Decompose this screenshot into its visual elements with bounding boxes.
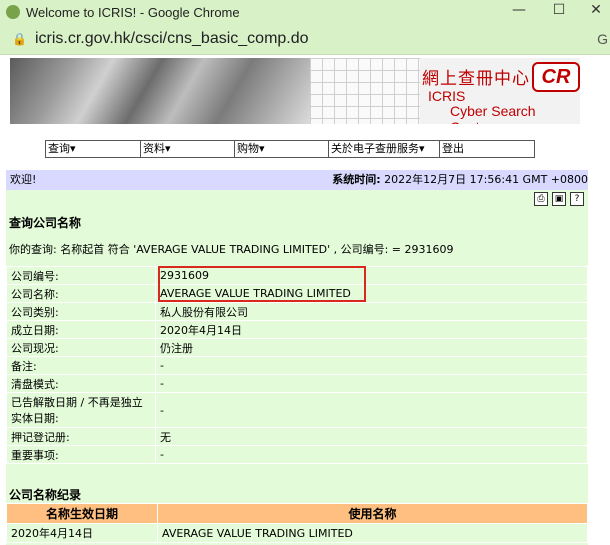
info-label: 公司名称: [6, 284, 156, 303]
table-row: 备注: - [6, 356, 588, 375]
col-name-used: 使用名称 [157, 503, 588, 524]
info-value: - [155, 356, 588, 375]
info-value: - [155, 374, 588, 393]
table-row: 押记登记册: 无 [6, 427, 588, 446]
print-icon[interactable]: ⎙ [534, 192, 548, 206]
help-icon[interactable]: ? [570, 192, 584, 206]
address-bar-cut-text: G [597, 31, 608, 47]
highlight-box [158, 266, 366, 302]
info-label: 成立日期: [6, 320, 156, 339]
info-value: 无 [155, 427, 588, 446]
window-title: Welcome to ICRIS! - Google Chrome [26, 4, 240, 20]
col-effective-date: 名称生效日期 [6, 503, 158, 524]
table-row: 清盘模式: - [6, 374, 588, 393]
harbour-photo [10, 58, 320, 124]
browser-titlebar: Welcome to ICRIS! - Google Chrome — ☐ ✕ [0, 0, 610, 24]
info-value: - [155, 392, 588, 428]
table-row: 公司类别: 私人股份有限公司 [6, 302, 588, 321]
menu-about[interactable]: 关於电子查册服务▾ [329, 141, 440, 157]
history-date: 2020年4月14日 [6, 523, 158, 543]
system-time-value: 2022年12月7日 17:56:41 GMT +0800 [384, 173, 588, 186]
info-label: 重要事项: [6, 445, 156, 464]
table-row: 2020年4月14日 AVERAGE VALUE TRADING LIMITED [6, 523, 588, 543]
url-text[interactable]: icris.cr.gov.hk/csci/cns_basic_comp.do [35, 30, 309, 48]
table-row: 已告解散日期 / 不再是独立实体日期: - [6, 392, 588, 428]
info-value: 私人股份有限公司 [155, 302, 588, 321]
banner-grid [310, 58, 420, 124]
lock-icon: 🔒 [12, 32, 27, 46]
maximize-button[interactable]: ☐ [545, 2, 573, 18]
info-value: - [155, 445, 588, 464]
search-query: 你的查询: 名称起首 符合 'AVERAGE VALUE TRADING LIM… [9, 243, 454, 256]
info-label: 公司编号: [6, 266, 156, 285]
table-row: 公司现况: 仍注册 [6, 338, 588, 357]
info-label: 已告解散日期 / 不再是独立实体日期: [6, 392, 156, 428]
welcome-bar: 欢迎! 系统时间: 2022年12月7日 17:56:41 GMT +0800 [6, 170, 588, 190]
cr-logo: CR [532, 62, 580, 92]
info-label: 押记登记册: [6, 427, 156, 446]
table-row: 重要事项: - [6, 445, 588, 464]
menu-query[interactable]: 查询▾ [46, 141, 141, 157]
banner-title-zh: 網上查冊中心 [422, 69, 530, 89]
main-menu: 查询▾ 资料▾ 购物▾ 关於电子查册服务▾ 登出 [45, 140, 535, 158]
close-button[interactable]: ✕ [582, 2, 610, 18]
minimize-button[interactable]: — [505, 2, 533, 18]
info-label: 备注: [6, 356, 156, 375]
save-icon[interactable]: ▣ [552, 192, 566, 206]
banner-icris: ICRIS [428, 88, 466, 104]
menu-info[interactable]: 资料▾ [141, 141, 235, 157]
info-value: 仍注册 [155, 338, 588, 357]
info-label: 公司现况: [6, 338, 156, 357]
toolbar-icons: ⎙ ▣ ? [534, 192, 584, 206]
table-row: 成立日期: 2020年4月14日 [6, 320, 588, 339]
menu-shopping[interactable]: 购物▾ [235, 141, 329, 157]
content-panel: 欢迎! 系统时间: 2022年12月7日 17:56:41 GMT +0800 … [6, 170, 588, 545]
info-value: 2020年4月14日 [155, 320, 588, 339]
info-label: 清盘模式: [6, 374, 156, 393]
banner-cyber-search: Cyber Search Centre [450, 103, 536, 124]
system-time: 系统时间: 2022年12月7日 17:56:41 GMT +0800 [332, 170, 588, 190]
info-label: 公司类别: [6, 302, 156, 321]
chrome-favicon-icon [6, 5, 20, 19]
menu-logout[interactable]: 登出 [440, 141, 534, 157]
icris-banner: 網上查冊中心 CR ICRIS Cyber Search Centre [10, 58, 580, 124]
welcome-text: 欢迎! [10, 173, 37, 186]
search-heading: 查询公司名称 [9, 216, 82, 230]
name-history-heading: 公司名称纪录 [9, 488, 82, 502]
table-header-row: 名称生效日期 使用名称 [6, 503, 588, 524]
name-history-table: 名称生效日期 使用名称 2020年4月14日 AVERAGE VALUE TRA… [6, 503, 588, 543]
history-name: AVERAGE VALUE TRADING LIMITED [157, 523, 588, 543]
address-bar[interactable]: 🔒 icris.cr.gov.hk/csci/cns_basic_comp.do… [0, 24, 610, 55]
system-time-label: 系统时间: [332, 173, 381, 186]
